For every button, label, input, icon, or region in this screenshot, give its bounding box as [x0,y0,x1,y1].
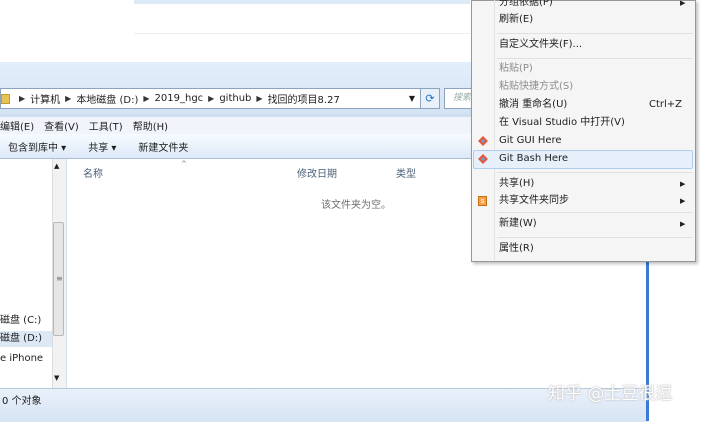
address-dropdown-icon[interactable]: ▼ [409,94,415,103]
status-item-count: 0 个对象 [2,396,42,407]
menu-item-shared-folder-sync[interactable]: 共享文件夹同步 [499,192,569,210]
menu-item-customize-folder[interactable]: 自定义文件夹(F)... [499,36,582,54]
breadcrumb-separator-icon: ▶ [143,94,150,103]
menu-separator [497,172,693,173]
submenu-arrow-icon: ▶ [680,180,686,188]
menu-edit[interactable]: 编辑(E) [0,118,34,133]
git-gui-icon [478,136,488,146]
nav-item-drive-d[interactable]: 磁盘 (D:) [0,331,52,347]
undo-shortcut: Ctrl+Z [649,99,683,110]
menu-separator [497,212,693,213]
submenu-arrow-icon: ▶ [680,220,686,228]
context-menu-gutter [494,0,495,260]
menu-help[interactable]: 帮助(H) [133,118,168,133]
menu-item-refresh[interactable]: 刷新(E) [499,11,533,29]
scroll-down-arrow-icon[interactable]: ▼ [54,374,59,382]
breadcrumb-separator-icon: ▶ [19,94,26,103]
breadcrumb-separator-icon: ▶ [208,94,215,103]
scroll-grip-icon: ≡ [56,274,63,283]
menu-tools[interactable]: 工具(T) [89,118,123,133]
git-bash-icon [478,154,488,164]
sync-icon: s [478,196,487,206]
menu-item-open-in-visual-studio[interactable]: 在 Visual Studio 中打开(V) [499,114,625,132]
refresh-icon[interactable]: ⟳ [420,88,440,109]
submenu-arrow-icon: ▶ [680,197,686,205]
column-header-modified[interactable]: 修改日期 [297,165,337,180]
search-input[interactable]: 搜索 [444,88,474,109]
empty-folder-message: 该文件夹为空。 [321,200,391,211]
breadcrumb-github[interactable]: github [219,93,251,104]
menu-item-git-gui-here[interactable]: Git GUI Here [499,132,562,150]
column-header-type[interactable]: 类型 [396,165,416,180]
sort-arrow-icon: ^ [181,160,187,168]
nav-item-iphone[interactable]: e iPhone [0,351,52,367]
folder-icon [1,93,10,104]
breadcrumb-separator-icon: ▶ [256,94,263,103]
menu-item-new[interactable]: 新建(W) [499,215,537,233]
include-in-library-button[interactable]: 包含到库中 ▾ [8,139,66,154]
share-button[interactable]: 共享 ▾ [88,139,116,154]
background-selection-strip [134,0,470,4]
scroll-up-arrow-icon[interactable]: ▲ [54,162,59,170]
nav-item-drive-c[interactable]: 磁盘 (C:) [0,313,52,329]
submenu-arrow-icon: ▶ [680,0,686,7]
menu-separator [497,237,693,238]
breadcrumb-computer[interactable]: 计算机 [30,91,60,106]
column-header-name[interactable]: 名称 [83,165,103,180]
menu-separator [497,33,693,34]
watermark-text: 知乎 @土豆很逗 [548,384,673,404]
background-divider [134,33,470,34]
breadcrumb-current-folder[interactable]: 找回的项目8.27 [268,91,340,106]
menu-item-paste: 粘贴(P) [499,63,533,74]
breadcrumb-drive-d[interactable]: 本地磁盘 (D:) [76,91,138,106]
menu-separator [497,58,693,59]
menu-item-undo-rename[interactable]: 撤消 重命名(U) [499,96,567,114]
breadcrumb-2019-hgc[interactable]: 2019_hgc [155,93,204,104]
breadcrumb-separator-icon: ▶ [65,94,72,103]
address-bar[interactable]: ▶ 计算机 ▶ 本地磁盘 (D:) ▶ 2019_hgc ▶ github ▶ … [0,88,440,109]
menu-view[interactable]: 查看(V) [44,118,79,133]
menu-item-share[interactable]: 共享(H) [499,175,534,193]
menu-item-git-bash-here[interactable]: Git Bash Here [499,150,568,168]
menu-item-paste-shortcut: 粘贴快捷方式(S) [499,81,574,92]
menu-item-properties[interactable]: 属性(R) [499,240,534,258]
new-folder-button[interactable]: 新建文件夹 [138,139,188,154]
